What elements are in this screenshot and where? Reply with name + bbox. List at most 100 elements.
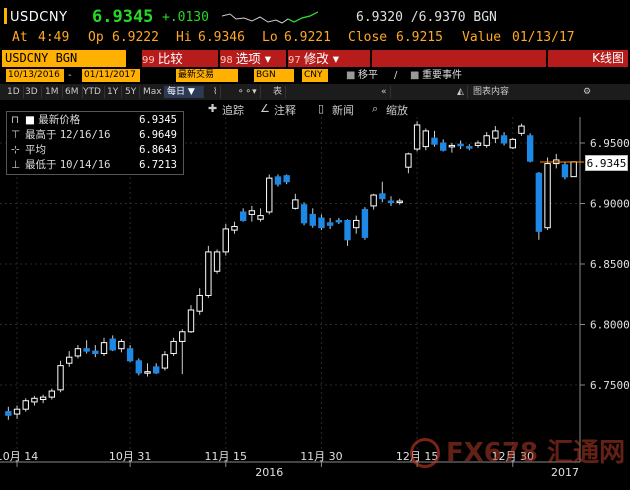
candle[interactable] <box>300 202 308 226</box>
candle[interactable] <box>292 193 299 210</box>
candle[interactable] <box>153 363 160 375</box>
options-button[interactable]: 98 选项 ▾ <box>220 50 286 67</box>
candle[interactable] <box>326 218 334 229</box>
security-field[interactable]: USDCNY BGN Curncy <box>2 50 126 82</box>
candle[interactable] <box>205 245 212 298</box>
candle[interactable] <box>126 345 134 363</box>
period-1m[interactable]: 1M <box>42 86 63 98</box>
news-button[interactable]: 新闻 <box>332 102 354 118</box>
mode-select[interactable]: 最新交易 <box>176 69 238 82</box>
candle[interactable] <box>274 174 282 187</box>
news-icon[interactable]: ▯ <box>318 102 324 115</box>
candle[interactable] <box>144 363 151 377</box>
candle[interactable] <box>266 174 273 215</box>
source-select[interactable]: BGN <box>254 69 294 82</box>
candle[interactable] <box>344 219 351 246</box>
candle[interactable] <box>509 138 516 150</box>
candle[interactable] <box>257 208 264 222</box>
candle[interactable] <box>13 405 21 419</box>
candle[interactable] <box>74 345 82 359</box>
annotate-button[interactable]: 注释 <box>274 102 296 118</box>
candle[interactable] <box>553 153 560 169</box>
chart-legend[interactable]: ⊓ ■ 最新价格 6.9345 ⊤ 最高于 12/16/16 6.9649 ⊹ … <box>6 111 184 175</box>
candle[interactable] <box>222 224 229 256</box>
candle[interactable] <box>353 215 360 234</box>
candle[interactable] <box>518 123 525 136</box>
candle[interactable] <box>440 139 447 152</box>
zoom-button[interactable]: 缩放 <box>386 102 408 118</box>
zoom-icon[interactable]: ⌕ <box>372 102 378 116</box>
candle[interactable] <box>22 398 29 412</box>
candle[interactable] <box>422 128 429 151</box>
candle[interactable] <box>48 388 56 400</box>
candle[interactable] <box>92 345 99 358</box>
candle[interactable] <box>431 130 438 147</box>
candle[interactable] <box>31 395 38 406</box>
candle[interactable] <box>213 249 221 274</box>
period-1d[interactable]: 1D <box>4 86 24 98</box>
candle[interactable] <box>187 305 195 333</box>
table-button[interactable]: 表 <box>270 86 287 98</box>
period-1y[interactable]: 1Y <box>104 86 123 98</box>
candle[interactable] <box>361 207 369 240</box>
start-date-field[interactable]: 10/13/2016 <box>6 69 64 82</box>
settings-gear-icon[interactable]: ⚙ <box>580 86 594 98</box>
period-5y[interactable]: 5Y <box>122 86 141 98</box>
kline-button[interactable]: K线图 <box>548 50 628 67</box>
compare-button[interactable]: 99 比较 <box>142 50 218 67</box>
candle[interactable] <box>248 205 256 222</box>
currency-select[interactable]: CNY <box>302 69 328 82</box>
candle[interactable] <box>483 132 490 148</box>
candle[interactable] <box>100 337 108 356</box>
candle[interactable] <box>413 121 421 152</box>
chart-content-icon[interactable]: ◭ <box>454 86 468 98</box>
track-button[interactable]: 追踪 <box>222 102 244 118</box>
candle[interactable] <box>335 218 343 225</box>
candle[interactable] <box>370 193 377 210</box>
ticker-symbol[interactable]: USDCNY <box>10 10 68 25</box>
candle[interactable] <box>500 132 508 146</box>
candle[interactable] <box>318 214 325 231</box>
candle[interactable] <box>109 335 116 352</box>
candle[interactable] <box>526 133 534 163</box>
move-avg-checkbox[interactable]: ■ <box>346 69 355 82</box>
candle[interactable] <box>379 181 386 203</box>
track-icon[interactable]: ✚ <box>208 102 217 115</box>
candle[interactable] <box>231 221 238 234</box>
collapse-icon[interactable]: « <box>378 86 391 98</box>
candle[interactable] <box>466 144 473 151</box>
candle[interactable] <box>283 174 290 185</box>
candle[interactable] <box>448 143 456 153</box>
candle[interactable] <box>39 394 47 404</box>
period-3d[interactable]: 3D <box>22 86 42 98</box>
chart-content-label[interactable]: 图表内容 <box>470 86 512 98</box>
candle[interactable] <box>170 337 177 356</box>
legend-expand-icon[interactable]: ⊓ <box>11 113 21 128</box>
candle[interactable] <box>135 358 142 376</box>
candle[interactable] <box>387 196 395 206</box>
candle[interactable] <box>5 406 12 420</box>
period-max[interactable]: Max <box>140 86 166 98</box>
candle[interactable] <box>179 329 186 375</box>
candle[interactable] <box>474 140 482 148</box>
pen-icon[interactable]: / <box>394 69 397 82</box>
events-checkbox[interactable]: ■ <box>410 69 419 82</box>
candle[interactable] <box>405 152 412 174</box>
candle[interactable] <box>544 157 551 231</box>
line-chart-icon[interactable]: ⌇ <box>210 86 222 98</box>
candle[interactable] <box>161 351 169 371</box>
candle[interactable] <box>118 339 125 353</box>
candle[interactable] <box>239 208 247 222</box>
candle[interactable] <box>309 208 316 228</box>
end-date-field[interactable]: 01/11/2017 <box>82 69 140 82</box>
candle[interactable] <box>57 360 64 393</box>
candle[interactable] <box>457 140 464 150</box>
candle[interactable] <box>66 351 73 367</box>
candle[interactable] <box>535 172 543 240</box>
candle[interactable] <box>570 161 577 178</box>
candle[interactable] <box>561 162 569 180</box>
interval-select[interactable]: 每日 ▼ <box>164 86 204 98</box>
annotate-icon[interactable]: ∠ <box>260 102 270 115</box>
candle[interactable] <box>492 126 499 143</box>
edit-button[interactable]: 97 修改 ▾ <box>288 50 370 67</box>
